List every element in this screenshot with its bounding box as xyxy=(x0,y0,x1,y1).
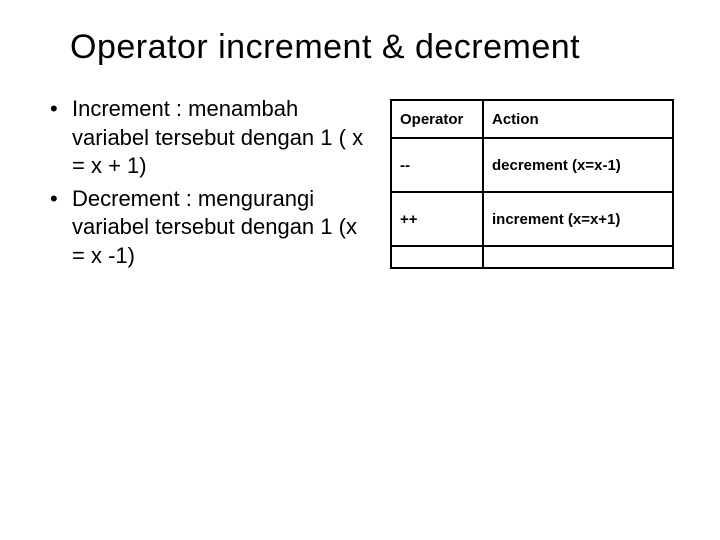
cell-operator: -- xyxy=(391,138,483,192)
cell-empty xyxy=(483,246,673,268)
cell-operator: ++ xyxy=(391,192,483,246)
table-header-row: Operator Action xyxy=(391,100,673,138)
cell-action: increment (x=x+1) xyxy=(483,192,673,246)
cell-empty xyxy=(391,246,483,268)
table-header-operator: Operator xyxy=(391,100,483,138)
cell-action: decrement (x=x-1) xyxy=(483,138,673,192)
operator-table: Operator Action -- decrement (x=x-1) ++ … xyxy=(390,99,674,269)
table-header-action: Action xyxy=(483,100,673,138)
slide: Operator increment & decrement Increment… xyxy=(0,0,720,540)
table-row: ++ increment (x=x+1) xyxy=(391,192,673,246)
bullet-item: Decrement : mengurangi variabel tersebut… xyxy=(50,185,365,271)
operator-table-container: Operator Action -- decrement (x=x-1) ++ … xyxy=(390,99,674,269)
table-row: -- decrement (x=x-1) xyxy=(391,138,673,192)
bullet-list: Increment : menambah variabel tersebut d… xyxy=(40,95,365,275)
bullet-item: Increment : menambah variabel tersebut d… xyxy=(50,95,365,181)
table-row-empty xyxy=(391,246,673,268)
slide-body: Increment : menambah variabel tersebut d… xyxy=(40,95,680,275)
slide-title: Operator increment & decrement xyxy=(70,28,680,67)
